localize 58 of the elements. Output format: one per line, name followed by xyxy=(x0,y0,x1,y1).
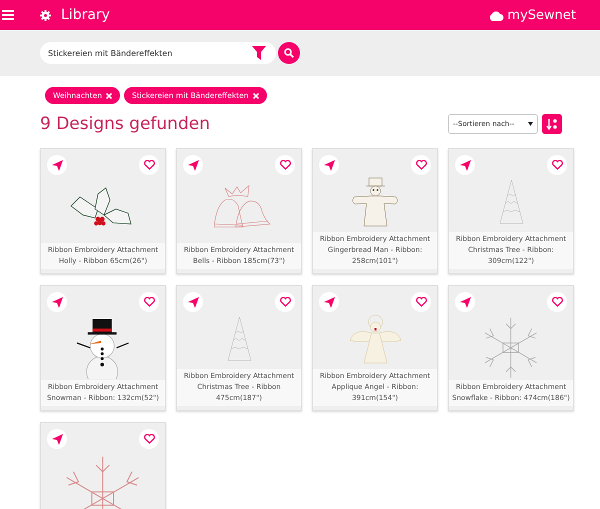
search-field[interactable]: Stickereien mit Bändereffekten xyxy=(40,42,276,64)
search-icon xyxy=(284,48,294,58)
heart-icon xyxy=(280,160,290,170)
send-button[interactable] xyxy=(455,155,475,175)
send-button[interactable] xyxy=(47,155,67,175)
favorite-button[interactable] xyxy=(547,292,567,312)
favorite-button[interactable] xyxy=(275,155,295,175)
page-title: Library xyxy=(61,7,110,23)
cloud-icon xyxy=(488,10,504,20)
gingerbread-man-drawing xyxy=(352,178,398,226)
paper-plane-icon xyxy=(52,434,62,444)
heart-icon xyxy=(552,160,562,170)
results-heading: 9 Designs gefunden xyxy=(40,114,210,134)
paper-plane-icon xyxy=(324,296,334,308)
heart-icon xyxy=(552,297,562,307)
sort-icon xyxy=(546,118,558,130)
bells-drawing xyxy=(214,184,270,228)
paper-plane-icon xyxy=(188,160,198,170)
christmas-tree-drawing xyxy=(227,316,251,361)
close-icon xyxy=(252,92,258,98)
send-button[interactable] xyxy=(47,429,67,449)
brand-logo[interactable]: mySewnet xyxy=(507,8,576,22)
holly-drawing xyxy=(70,187,132,226)
close-icon xyxy=(106,92,112,98)
paper-plane-icon xyxy=(460,296,470,308)
heart-icon xyxy=(144,434,154,444)
search-button[interactable] xyxy=(278,42,300,64)
heart-icon xyxy=(144,160,154,170)
caret-icon xyxy=(528,122,533,126)
sort-order-button[interactable] xyxy=(542,114,562,134)
gear-icon[interactable] xyxy=(40,10,51,20)
send-button[interactable] xyxy=(47,292,67,312)
favorite-button[interactable] xyxy=(547,155,567,175)
christmas-tree-drawing xyxy=(499,180,523,224)
send-button[interactable] xyxy=(319,155,339,175)
paper-plane-icon xyxy=(188,296,198,308)
paper-plane-icon xyxy=(52,296,62,308)
send-button[interactable] xyxy=(183,155,203,175)
send-button[interactable] xyxy=(319,292,339,312)
favorite-button[interactable] xyxy=(139,292,159,312)
heart-icon xyxy=(416,160,426,170)
paper-plane-icon xyxy=(460,160,470,170)
paper-plane-icon xyxy=(324,160,334,170)
angel-drawing xyxy=(349,314,401,364)
favorite-button[interactable] xyxy=(139,155,159,175)
menu-icon[interactable] xyxy=(2,10,14,20)
send-button[interactable] xyxy=(455,292,475,312)
paper-plane-icon xyxy=(52,160,62,170)
snowflake-drawing xyxy=(484,317,538,378)
heart-icon xyxy=(280,297,290,307)
favorite-button[interactable] xyxy=(411,155,431,175)
heart-icon xyxy=(416,297,426,307)
snowman-drawing xyxy=(76,319,130,379)
favorite-button[interactable] xyxy=(139,429,159,449)
favorite-button[interactable] xyxy=(411,292,431,312)
favorite-button[interactable] xyxy=(275,292,295,312)
heart-icon xyxy=(144,297,154,307)
send-button[interactable] xyxy=(183,292,203,312)
